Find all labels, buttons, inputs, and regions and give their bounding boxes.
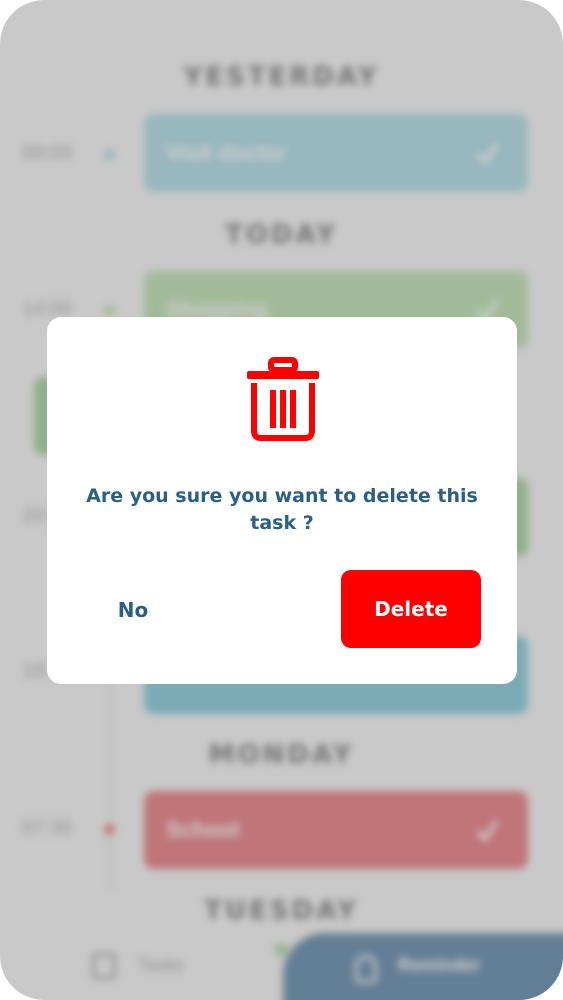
delete-button[interactable]: Delete [341,570,481,648]
trash-icon [247,357,319,441]
app-screen: YESTERDAY 08:00 Visit doctor TODAY 14:00… [0,0,563,1000]
delete-confirmation-dialog: Are you sure you want to delete this tas… [47,317,517,684]
no-button[interactable]: No [97,571,169,649]
dialog-message: Are you sure you want to delete this tas… [86,485,478,534]
